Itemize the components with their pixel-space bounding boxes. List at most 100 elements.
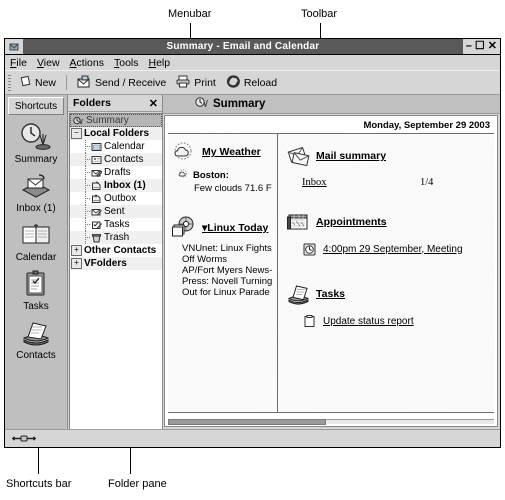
scrollbar-track[interactable]	[168, 418, 494, 425]
tasks-title[interactable]: Tasks	[316, 288, 345, 300]
new-button-label: New	[35, 76, 57, 89]
minimize-icon[interactable]: –	[466, 41, 472, 52]
print-button[interactable]: Print	[171, 74, 221, 92]
scrollbar-thumb[interactable]	[168, 418, 327, 425]
folder-row-sent[interactable]: Sent	[70, 205, 162, 218]
folder-row-trash[interactable]: Trash	[70, 231, 162, 244]
annotation-menubar: Menubar	[168, 8, 212, 20]
task-label[interactable]: Update status report	[323, 316, 414, 327]
toolbar-grip[interactable]	[8, 74, 11, 91]
weather-section-header: My Weather	[172, 140, 274, 164]
folder-row-drafts[interactable]: Drafts	[70, 166, 162, 179]
weather-conditions: Few clouds 71.6 F	[194, 183, 272, 194]
news-section-header: ▾Linux Today	[172, 216, 274, 240]
tree-line	[82, 153, 90, 166]
horizontal-scrollbar[interactable]	[165, 416, 497, 426]
folder-label-other-contacts: Other Contacts	[84, 245, 157, 256]
reload-button[interactable]: Reload	[221, 74, 282, 92]
expander-minus-icon[interactable]: −	[71, 128, 82, 139]
sidebar-item-calendar[interactable]: Calendar	[7, 217, 65, 264]
menu-actions-rest: ctions	[76, 56, 104, 69]
appointment-item[interactable]: 4:00pm 29 September, Meeting	[302, 242, 494, 256]
sent-folder-icon	[90, 206, 102, 217]
menu-item-actions[interactable]: Actions	[70, 57, 104, 69]
annotation-toolbar: Toolbar	[301, 8, 338, 20]
inbox-folder-icon	[90, 180, 102, 191]
menu-item-help[interactable]: Help	[149, 57, 171, 69]
send-receive-icon	[77, 75, 92, 91]
inbox-icon	[19, 170, 53, 202]
appointments-icon	[286, 210, 312, 234]
folder-tree[interactable]: Summary − Local Folders Calendar Contact…	[69, 113, 162, 429]
menu-tools-rest: ools	[119, 56, 139, 69]
folder-pane-close-icon[interactable]: ✕	[149, 97, 158, 110]
weather-small-icon	[178, 169, 190, 182]
task-item[interactable]: Update status report	[302, 314, 494, 328]
menu-file-rest: ile	[16, 56, 27, 69]
menu-item-view[interactable]: View	[37, 57, 60, 69]
folder-label-inbox: Inbox (1)	[104, 180, 146, 191]
mail-summary-icon	[286, 144, 312, 168]
maximize-icon[interactable]: ☐	[475, 41, 485, 52]
new-button[interactable]: New	[14, 74, 61, 92]
sidebar-item-inbox[interactable]: Inbox (1)	[7, 168, 65, 215]
news-headline[interactable]: AP/Fort Myers News-Press: Novell Turning…	[182, 265, 274, 298]
folder-row-calendar[interactable]: Calendar	[70, 140, 162, 153]
weather-title[interactable]: My Weather	[202, 146, 261, 158]
menu-help-mnemonic: H	[148, 56, 157, 69]
appointments-title[interactable]: Appointments	[316, 216, 387, 228]
mail-summary-title[interactable]: Mail summary	[316, 150, 386, 162]
expander-plus-icon[interactable]: +	[71, 258, 82, 269]
folder-row-tasks[interactable]: Tasks	[70, 218, 162, 231]
folder-pane-header: Folders ✕	[68, 95, 162, 112]
sidebar-item-contacts[interactable]: Contacts	[7, 315, 65, 362]
summary-date: Monday, September 29 2003	[165, 116, 497, 133]
folder-row-local-folders[interactable]: − Local Folders	[70, 127, 162, 140]
folder-row-outbox[interactable]: Outbox	[70, 192, 162, 205]
folder-row-summary[interactable]: Summary	[70, 114, 162, 127]
tree-line	[82, 140, 90, 153]
sidebar-item-tasks[interactable]: Tasks	[7, 266, 65, 313]
shortcuts-header-label: Shortcuts	[14, 100, 58, 112]
tree-line	[82, 192, 90, 205]
folder-row-contacts[interactable]: Contacts	[70, 153, 162, 166]
application-window: Summary - Email and Calendar – ☐ ✕ File …	[4, 38, 501, 448]
resize-handle-icon[interactable]	[11, 435, 37, 442]
divider-bottom	[168, 412, 494, 413]
send-receive-button-label: Send / Receive	[95, 76, 167, 89]
send-receive-button[interactable]: Send / Receive	[72, 74, 171, 92]
summary-icon	[195, 96, 209, 112]
summary-left-column: My Weather Boston: Few clouds 71.6 F ▾Li…	[168, 134, 278, 412]
tree-line	[82, 166, 90, 179]
sidebar-item-summary[interactable]: Summary	[7, 119, 65, 166]
appointment-label[interactable]: 4:00pm 29 September, Meeting	[323, 244, 463, 255]
close-icon[interactable]: ✕	[488, 41, 497, 52]
menu-item-file[interactable]: File	[10, 57, 27, 69]
folder-row-inbox[interactable]: Inbox (1)	[70, 179, 162, 192]
contacts-folder-icon	[90, 154, 102, 165]
task-checkbox-icon[interactable]	[302, 314, 316, 328]
weather-cloud-icon	[172, 140, 198, 164]
weather-city-row: Boston:	[178, 169, 274, 182]
app-icon[interactable]	[5, 39, 23, 54]
menu-item-tools[interactable]: Tools	[114, 57, 139, 69]
window-titlebar[interactable]: Summary - Email and Calendar – ☐ ✕	[5, 39, 500, 55]
folder-label-summary: Summary	[86, 115, 129, 126]
tree-line	[82, 218, 90, 231]
expander-plus-icon[interactable]: +	[71, 245, 82, 256]
news-headline[interactable]: VNUnet: Linux Fights Off Worms	[182, 243, 274, 265]
mail-folder-link-inbox[interactable]: Inbox	[302, 177, 420, 188]
shortcuts-header-button[interactable]: Shortcuts	[8, 97, 64, 115]
folder-pane: Folders ✕ Summary − Local Folders Calend…	[68, 95, 163, 429]
window-title: Summary - Email and Calendar	[166, 41, 320, 52]
folder-row-other-contacts[interactable]: + Other Contacts	[70, 244, 162, 257]
news-title[interactable]: ▾Linux Today	[202, 222, 268, 234]
menu-help-rest: elp	[156, 56, 171, 69]
annotation-shortcuts-bar: Shortcuts bar	[6, 478, 72, 490]
folder-label-vfolders: VFolders	[84, 258, 127, 269]
sidebar-item-inbox-label: Inbox (1)	[16, 203, 56, 214]
mail-summary-row: Inbox 1/4	[302, 177, 494, 188]
appointments-header: Appointments	[286, 210, 494, 234]
folder-row-vfolders[interactable]: + VFolders	[70, 257, 162, 270]
folder-pane-title: Folders	[73, 97, 111, 109]
